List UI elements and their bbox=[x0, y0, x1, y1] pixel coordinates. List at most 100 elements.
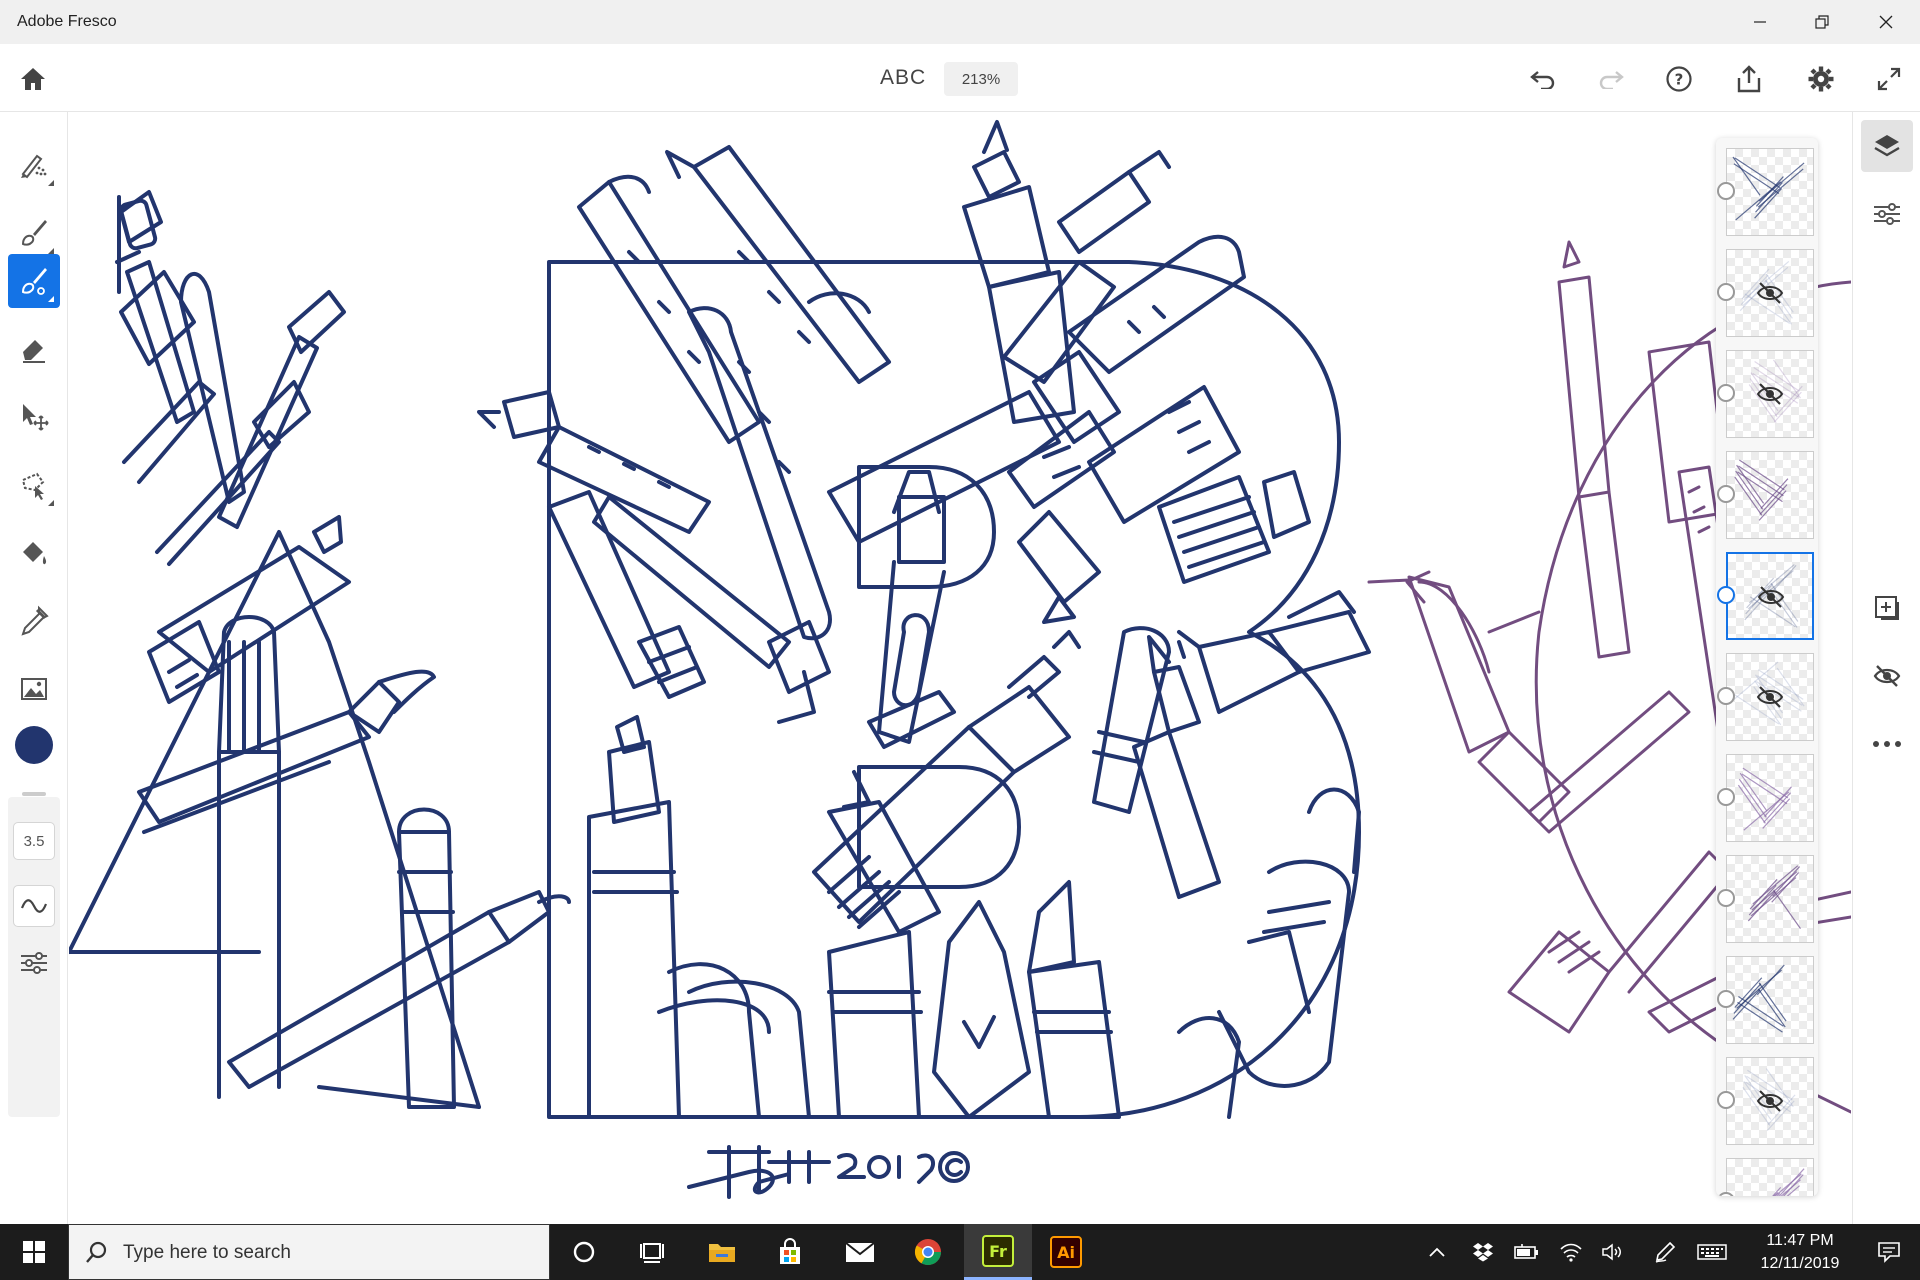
layer-thumbnail[interactable] bbox=[1726, 855, 1814, 943]
layer-thumbnail[interactable] bbox=[1726, 249, 1814, 337]
transform-tool[interactable] bbox=[8, 390, 60, 444]
task-view-icon bbox=[640, 1243, 664, 1263]
fill-tool[interactable] bbox=[8, 526, 60, 580]
home-button[interactable] bbox=[14, 60, 52, 98]
svg-text:Ai: Ai bbox=[1057, 1243, 1075, 1262]
illustrator-taskbar-button[interactable]: Ai bbox=[1032, 1224, 1100, 1280]
lasso-icon bbox=[21, 472, 45, 500]
layer-handle[interactable] bbox=[1717, 283, 1735, 301]
settings-button[interactable] bbox=[1802, 60, 1840, 98]
layer-thumbnail[interactable] bbox=[1726, 451, 1814, 539]
smoothing-icon bbox=[20, 899, 48, 913]
taskbar-search-box[interactable]: Type here to search bbox=[68, 1224, 550, 1280]
layer-hidden-icon[interactable] bbox=[1753, 379, 1787, 409]
illustrator-icon: Ai bbox=[1050, 1236, 1082, 1268]
svg-text:Fr: Fr bbox=[989, 1242, 1007, 1261]
volume-tray[interactable] bbox=[1598, 1224, 1628, 1280]
smoothing-button[interactable] bbox=[13, 885, 55, 927]
layer-handle[interactable] bbox=[1717, 1091, 1735, 1109]
eraser-tool[interactable] bbox=[8, 322, 60, 376]
layer-handle[interactable] bbox=[1717, 788, 1735, 806]
store-icon bbox=[780, 1238, 800, 1264]
battery-icon bbox=[1514, 1244, 1538, 1259]
layer-properties-button[interactable] bbox=[1861, 188, 1913, 240]
eyedropper-tool[interactable] bbox=[8, 594, 60, 648]
layers-button[interactable] bbox=[1861, 120, 1913, 172]
battery-tray[interactable] bbox=[1510, 1224, 1544, 1280]
layers-panel bbox=[1716, 138, 1818, 1196]
microsoft-store-button[interactable] bbox=[756, 1224, 824, 1280]
restore-button[interactable] bbox=[1792, 0, 1852, 44]
layer-handle[interactable] bbox=[1717, 586, 1735, 604]
close-icon bbox=[1879, 15, 1893, 29]
layer-hidden-icon[interactable] bbox=[1754, 582, 1788, 612]
image-icon bbox=[21, 678, 47, 700]
close-button[interactable] bbox=[1856, 0, 1916, 44]
pen-workspace-tray[interactable] bbox=[1650, 1224, 1680, 1280]
layer-handle[interactable] bbox=[1717, 485, 1735, 503]
share-button[interactable] bbox=[1730, 60, 1768, 98]
layer-thumbnail[interactable] bbox=[1726, 1158, 1814, 1196]
layer-handle[interactable] bbox=[1717, 990, 1735, 1008]
layer-thumbnail[interactable] bbox=[1726, 956, 1814, 1044]
panel-separator bbox=[8, 792, 60, 796]
add-layer-icon bbox=[1875, 596, 1899, 620]
layer-handle[interactable] bbox=[1717, 182, 1735, 200]
minimize-button[interactable] bbox=[1730, 0, 1790, 44]
touch-keyboard-tray[interactable] bbox=[1694, 1224, 1730, 1280]
layer-hidden-icon[interactable] bbox=[1753, 1086, 1787, 1116]
vector-brush-tool[interactable] bbox=[8, 254, 60, 308]
layer-handle[interactable] bbox=[1717, 384, 1735, 402]
eyedropper-icon bbox=[21, 605, 49, 636]
layer-thumbnail[interactable] bbox=[1726, 350, 1814, 438]
lasso-tool[interactable] bbox=[8, 458, 60, 512]
share-icon bbox=[1737, 65, 1761, 93]
eraser-icon bbox=[23, 340, 45, 363]
fullscreen-button[interactable] bbox=[1870, 60, 1908, 98]
more-options-button[interactable] bbox=[1861, 718, 1913, 770]
layer-hidden-icon[interactable] bbox=[1753, 682, 1787, 712]
layer-handle[interactable] bbox=[1717, 889, 1735, 907]
paint-bucket-icon bbox=[23, 542, 47, 565]
layer-thumbnail[interactable] bbox=[1726, 1057, 1814, 1145]
cortana-button[interactable] bbox=[550, 1224, 618, 1280]
brush-settings-button[interactable] bbox=[13, 942, 55, 984]
place-image-tool[interactable] bbox=[8, 662, 60, 716]
hide-layer-button[interactable] bbox=[1861, 650, 1913, 702]
file-explorer-button[interactable] bbox=[688, 1224, 756, 1280]
layer-handle[interactable] bbox=[1717, 687, 1735, 705]
dropbox-tray[interactable] bbox=[1468, 1224, 1498, 1280]
layer-thumbnail[interactable] bbox=[1726, 754, 1814, 842]
pixel-brush-tool[interactable] bbox=[8, 206, 60, 260]
chrome-button[interactable] bbox=[894, 1224, 962, 1280]
zoom-level[interactable]: 213% bbox=[944, 62, 1018, 96]
add-layer-button[interactable] bbox=[1861, 582, 1913, 634]
help-button[interactable]: ? bbox=[1660, 60, 1698, 98]
layer-thumbnail[interactable] bbox=[1726, 552, 1814, 640]
color-swatch[interactable] bbox=[15, 726, 53, 764]
layer-properties-icon bbox=[1874, 203, 1900, 225]
pixel-brush-icon bbox=[21, 220, 47, 246]
action-center-button[interactable] bbox=[1858, 1224, 1920, 1280]
more-icon bbox=[1873, 741, 1901, 747]
start-button[interactable] bbox=[0, 1224, 68, 1280]
layer-hidden-icon[interactable] bbox=[1753, 278, 1787, 308]
layer-preview bbox=[1727, 856, 1813, 942]
brush-size-field[interactable]: 3.5 bbox=[13, 822, 55, 860]
taskbar-clock[interactable]: 11:47 PM 12/11/2019 bbox=[1740, 1229, 1860, 1275]
undo-button[interactable] bbox=[1524, 60, 1562, 98]
layer-thumbnail[interactable] bbox=[1726, 148, 1814, 236]
live-brush-tool[interactable] bbox=[8, 138, 60, 192]
mail-button[interactable] bbox=[826, 1224, 894, 1280]
layer-thumbnail[interactable] bbox=[1726, 653, 1814, 741]
document-name[interactable]: ABC bbox=[880, 66, 926, 90]
fresco-taskbar-button[interactable]: Fr bbox=[964, 1224, 1032, 1280]
show-hidden-icons-button[interactable] bbox=[1424, 1224, 1450, 1280]
settings-icon bbox=[1808, 66, 1834, 92]
fresco-icon: Fr bbox=[982, 1234, 1014, 1267]
drawing-canvas[interactable] bbox=[69, 112, 1851, 1224]
redo-button[interactable] bbox=[1592, 60, 1630, 98]
task-view-button[interactable] bbox=[618, 1224, 686, 1280]
network-tray[interactable] bbox=[1556, 1224, 1586, 1280]
title-bar: Adobe Fresco bbox=[0, 0, 1920, 44]
